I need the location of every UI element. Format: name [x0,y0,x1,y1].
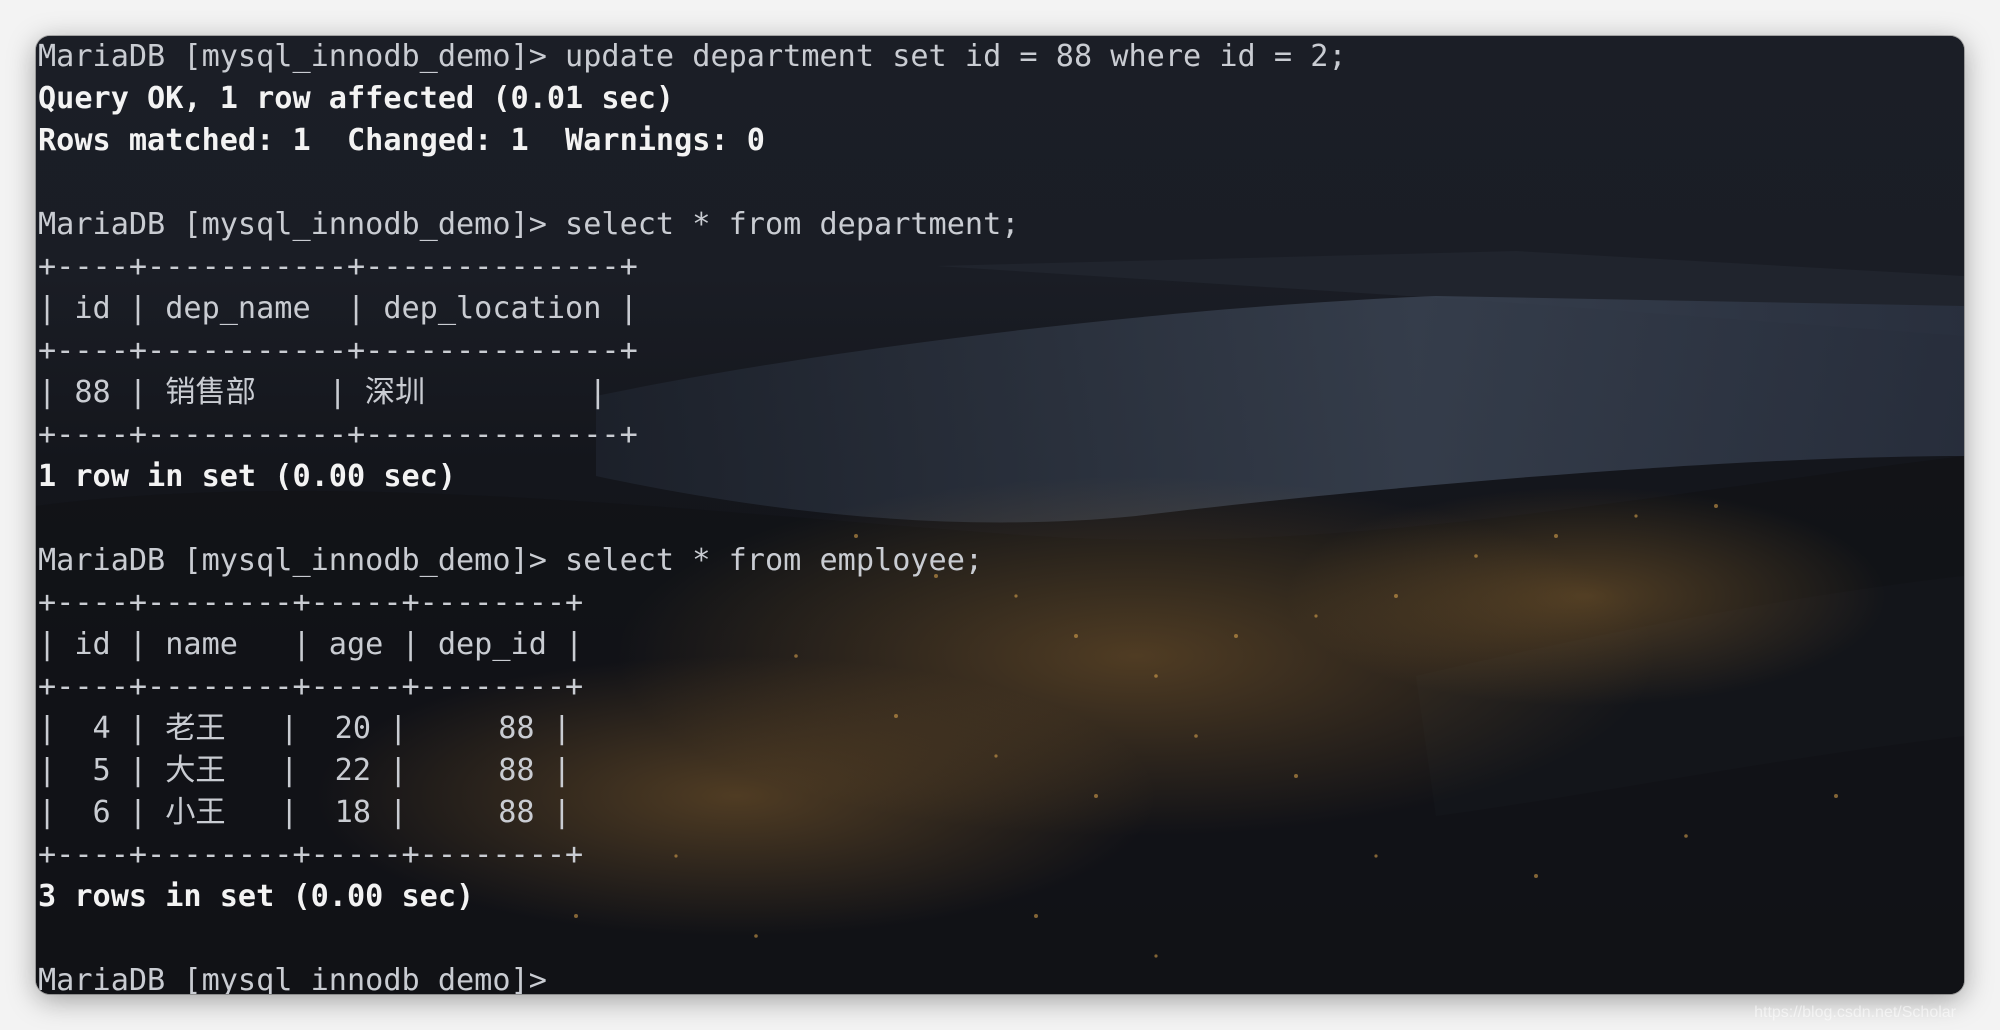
terminal-line: | 5 | 大王 | 22 | 88 | [38,753,571,788]
terminal-line: MariaDB [mysql_innodb_demo]> select * fr… [38,207,1020,242]
watermark-text: https://blog.csdn.net/Scholar [1754,1004,1956,1021]
screenshot-frame: MariaDB [mysql_innodb_demo]> update depa… [0,0,2000,1030]
terminal-line: +----+--------+-----+--------+ [38,837,584,872]
terminal-line: +----+-----------+--------------+ [38,417,638,452]
terminal-line: MariaDB [mysql_innodb_demo]> update depa… [38,39,1347,74]
terminal-line: Query OK, 1 row affected (0.01 sec) [38,81,675,116]
terminal-line: 3 rows in set (0.00 sec) [38,879,475,914]
terminal-line: | 4 | 老王 | 20 | 88 | [38,711,571,746]
terminal-line: +----+--------+-----+--------+ [38,585,584,620]
terminal-window[interactable]: MariaDB [mysql_innodb_demo]> update depa… [36,36,1964,994]
terminal-line: +----+-----------+--------------+ [38,333,638,368]
terminal-line: 1 row in set (0.00 sec) [38,459,457,494]
terminal-line: | 88 | 销售部 | 深圳 | [38,375,607,410]
terminal-line: | id | dep_name | dep_location | [38,291,638,326]
terminal-line: +----+--------+-----+--------+ [38,669,584,704]
terminal-output[interactable]: MariaDB [mysql_innodb_demo]> update depa… [38,36,1964,994]
terminal-line: MariaDB [mysql_innodb_demo]> [38,963,566,994]
terminal-line: | 6 | 小王 | 18 | 88 | [38,795,571,830]
terminal-line: | id | name | age | dep_id | [38,627,584,662]
terminal-line: Rows matched: 1 Changed: 1 Warnings: 0 [38,123,765,158]
terminal-line: +----+-----------+--------------+ [38,249,638,284]
terminal-line: MariaDB [mysql_innodb_demo]> select * fr… [38,543,984,578]
